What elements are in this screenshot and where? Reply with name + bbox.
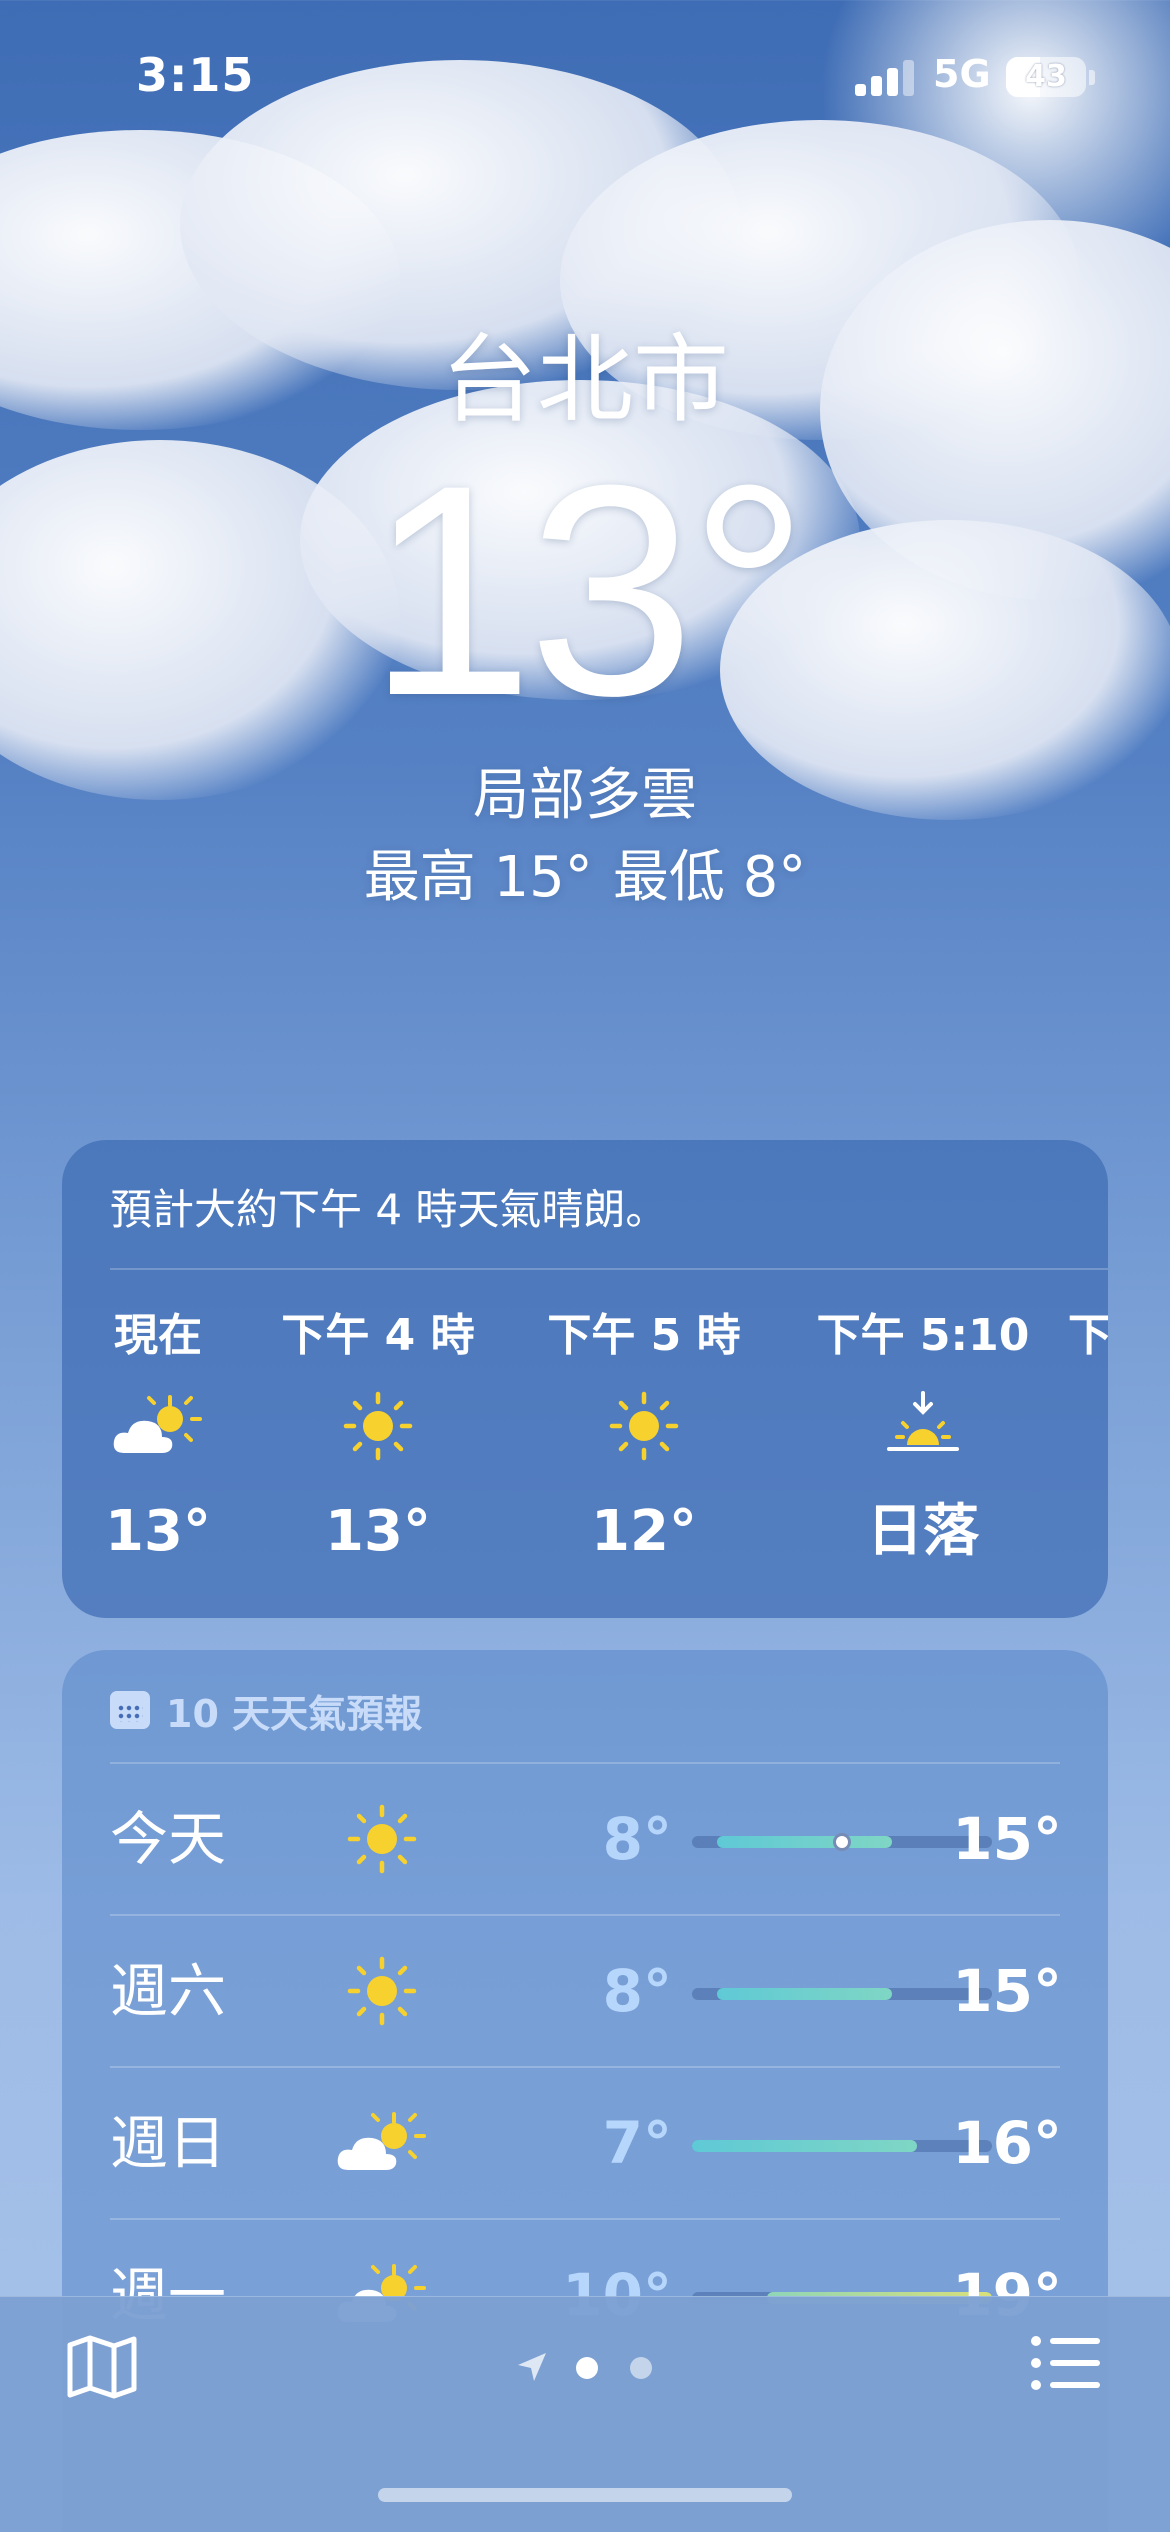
current-temperature: 13°	[367, 422, 809, 758]
list-icon[interactable]	[1030, 2335, 1102, 2395]
hour-label: 下午 5:10	[816, 1310, 1030, 1361]
high-temp: 15°	[952, 1957, 1062, 2025]
temp-range-fill	[717, 1836, 892, 1848]
day-label: 今天	[110, 1805, 227, 1873]
battery-icon: 43	[1006, 57, 1086, 97]
low-temperature: 最低 8°	[612, 845, 807, 910]
battery-level: 43	[1025, 59, 1067, 94]
hour-label: 下午 4 時	[281, 1310, 475, 1361]
day-label: 週日	[110, 2109, 227, 2177]
sun-icon	[322, 1789, 442, 1889]
calendar-icon	[110, 1691, 150, 1729]
current-weather: 台北市 13° 局部多雲 最高 15° 最低 8°	[0, 320, 1170, 918]
day-label: 週六	[110, 1957, 227, 2025]
partly-sunny-icon	[322, 2093, 442, 2193]
partly-sunny-icon	[62, 1376, 258, 1476]
sunset-icon	[808, 1376, 1038, 1476]
location-arrow-icon	[518, 2353, 546, 2381]
hour-temp: 日落	[867, 1499, 979, 1564]
cellular-signal-icon	[855, 58, 915, 96]
page-dot-current[interactable]	[576, 2357, 598, 2379]
ten-day-header: 10 天天氣預報	[110, 1680, 422, 1740]
ten-day-title: 10 天天氣預報	[166, 1691, 423, 1736]
high-low: 最高 15° 最低 8°	[0, 838, 1170, 918]
condition-text: 局部多雲	[473, 763, 697, 828]
day-row[interactable]: 今天 8° 15°	[62, 1764, 1108, 1914]
battery-cap	[1089, 70, 1095, 85]
sun-icon	[278, 1376, 478, 1476]
sun-icon	[544, 1376, 744, 1476]
high-temp: 16°	[952, 2109, 1062, 2177]
page-dot[interactable]	[630, 2357, 652, 2379]
hourly-forecast-card[interactable]: 預計大約下午 4 時天氣晴朗。 現在 13° 下午 4 時 13° 下午 5 時…	[62, 1140, 1108, 1618]
hourly-summary: 預計大約下午 4 時天氣晴朗。	[110, 1185, 668, 1234]
hour-temp: 13°	[325, 1499, 431, 1564]
map-icon[interactable]	[66, 2335, 138, 2403]
hour-label: 現在	[114, 1310, 202, 1361]
day-row[interactable]: 週六 8° 15°	[62, 1916, 1108, 2066]
status-bar: 3:15 5G 43	[0, 0, 1170, 150]
hour-item: 下	[1068, 1306, 1108, 1366]
high-temperature: 最高 15°	[363, 845, 593, 910]
temp-range-fill	[717, 1988, 892, 2000]
page-indicator[interactable]	[510, 2347, 670, 2387]
current-temp-dot	[833, 1833, 851, 1851]
hour-item: 下午 5 時 12°	[544, 1306, 744, 1572]
hour-label: 下	[1068, 1310, 1108, 1361]
status-time: 3:15	[136, 48, 255, 102]
hour-temp: 12°	[591, 1499, 697, 1564]
hour-item: 下午 4 時 13°	[278, 1306, 478, 1572]
hour-label: 下午 5 時	[547, 1310, 741, 1361]
network-type: 5G	[933, 52, 991, 96]
low-temp: 8°	[602, 1805, 672, 1873]
low-temp: 8°	[602, 1957, 672, 2025]
hour-item: 下午 5:10 日落	[808, 1306, 1038, 1572]
sun-icon	[322, 1941, 442, 2041]
divider	[110, 1268, 1108, 1270]
home-indicator[interactable]	[378, 2488, 792, 2502]
temp-range-fill	[692, 2140, 917, 2152]
hour-item: 現在 13°	[62, 1306, 258, 1572]
high-temp: 15°	[952, 1805, 1062, 1873]
low-temp: 7°	[602, 2109, 672, 2177]
day-row[interactable]: 週日 7° 16°	[62, 2068, 1108, 2218]
hour-temp: 13°	[105, 1499, 211, 1564]
